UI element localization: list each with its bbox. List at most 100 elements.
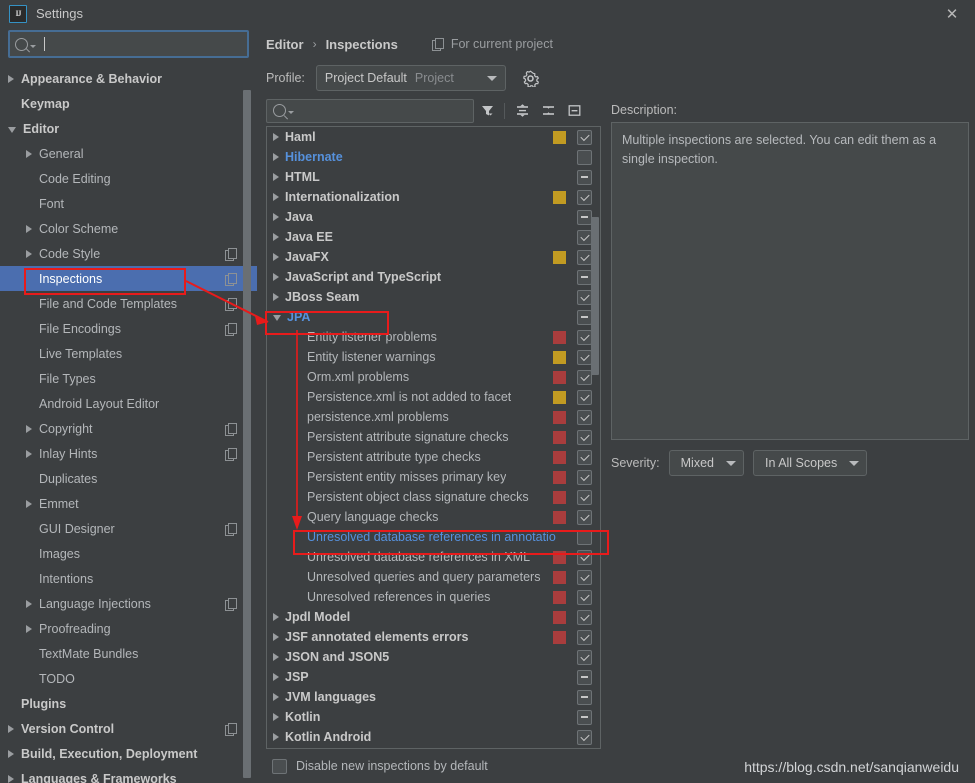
- sidebar-search-input[interactable]: [8, 30, 249, 58]
- sidebar-item-inspections[interactable]: Inspections: [0, 266, 257, 291]
- chevron-right-icon[interactable]: [8, 74, 14, 83]
- sidebar-item-file-types[interactable]: File Types: [0, 366, 257, 391]
- inspection-enabled-checkbox[interactable]: [577, 309, 592, 325]
- gear-icon[interactable]: [522, 70, 539, 88]
- sidebar-item-file-and-code-templates[interactable]: File and Code Templates: [0, 291, 257, 316]
- inspection-row[interactable]: Kotlin: [267, 707, 600, 727]
- chevron-right-icon[interactable]: [273, 293, 279, 301]
- sidebar-item-font[interactable]: Font: [0, 191, 257, 216]
- inspection-search-input[interactable]: [266, 98, 474, 123]
- inspection-row[interactable]: JSP: [267, 667, 600, 687]
- chevron-right-icon[interactable]: [273, 673, 279, 681]
- sidebar-item-emmet[interactable]: Emmet: [0, 491, 257, 516]
- close-icon[interactable]: ✕: [929, 0, 975, 27]
- disable-new-inspections-row[interactable]: Disable new inspections by default: [266, 749, 601, 783]
- inspection-row[interactable]: JVM languages: [267, 687, 600, 707]
- inspection-enabled-checkbox[interactable]: [577, 449, 592, 465]
- chevron-right-icon[interactable]: [273, 633, 279, 641]
- chevron-right-icon[interactable]: [273, 613, 279, 621]
- chevron-down-icon[interactable]: [8, 126, 16, 133]
- inspection-row[interactable]: Hibernate: [267, 147, 600, 167]
- chevron-right-icon[interactable]: [273, 253, 279, 261]
- sidebar-scrollbar[interactable]: [243, 90, 251, 778]
- inspection-enabled-checkbox[interactable]: [577, 729, 592, 745]
- inspection-enabled-checkbox[interactable]: [577, 269, 592, 285]
- inspection-row[interactable]: Haml: [267, 127, 600, 147]
- chevron-right-icon[interactable]: [273, 133, 279, 141]
- inspection-enabled-checkbox[interactable]: [577, 649, 592, 665]
- sidebar-item-keymap[interactable]: Keymap: [0, 91, 257, 116]
- chevron-right-icon[interactable]: [26, 624, 32, 633]
- inspection-enabled-checkbox[interactable]: [577, 249, 592, 265]
- inspection-enabled-checkbox[interactable]: [577, 509, 592, 525]
- chevron-right-icon[interactable]: [26, 424, 32, 433]
- inspection-row[interactable]: Entity listener warnings: [267, 347, 600, 367]
- inspection-enabled-checkbox[interactable]: [577, 149, 592, 165]
- inspection-enabled-checkbox[interactable]: [577, 609, 592, 625]
- chevron-right-icon[interactable]: [273, 733, 279, 741]
- inspection-enabled-checkbox[interactable]: [577, 629, 592, 645]
- expand-all-icon[interactable]: [509, 99, 535, 123]
- inspection-enabled-checkbox[interactable]: [577, 349, 592, 365]
- sidebar-item-code-style[interactable]: Code Style: [0, 241, 257, 266]
- inspection-row[interactable]: persistence.xml problems: [267, 407, 600, 427]
- chevron-right-icon[interactable]: [8, 749, 14, 758]
- inspection-row[interactable]: Unresolved database references in annota…: [267, 527, 600, 547]
- chevron-right-icon[interactable]: [273, 653, 279, 661]
- sidebar-item-version-control[interactable]: Version Control: [0, 716, 257, 741]
- sidebar-item-intentions[interactable]: Intentions: [0, 566, 257, 591]
- inspection-enabled-checkbox[interactable]: [577, 129, 592, 145]
- severity-select[interactable]: Mixed: [668, 450, 744, 476]
- chevron-right-icon[interactable]: [8, 774, 14, 783]
- show-options-icon[interactable]: [561, 99, 587, 123]
- inspection-enabled-checkbox[interactable]: [577, 189, 592, 205]
- inspection-row[interactable]: Persistent entity misses primary key: [267, 467, 600, 487]
- sidebar-item-file-encodings[interactable]: File Encodings: [0, 316, 257, 341]
- sidebar-item-color-scheme[interactable]: Color Scheme: [0, 216, 257, 241]
- sidebar-item-todo[interactable]: TODO: [0, 666, 257, 691]
- chevron-right-icon[interactable]: [273, 693, 279, 701]
- inspection-enabled-checkbox[interactable]: [577, 689, 592, 705]
- inspection-row[interactable]: Entity listener problems: [267, 327, 600, 347]
- chevron-right-icon[interactable]: [26, 599, 32, 608]
- sidebar-item-inlay-hints[interactable]: Inlay Hints: [0, 441, 257, 466]
- inspection-enabled-checkbox[interactable]: [577, 229, 592, 245]
- inspection-row[interactable]: JSON and JSON5: [267, 647, 600, 667]
- chevron-right-icon[interactable]: [273, 193, 279, 201]
- sidebar-item-android-layout-editor[interactable]: Android Layout Editor: [0, 391, 257, 416]
- chevron-right-icon[interactable]: [26, 449, 32, 458]
- inspection-row[interactable]: JBoss Seam: [267, 287, 600, 307]
- inspection-enabled-checkbox[interactable]: [577, 529, 592, 545]
- filter-icon[interactable]: [474, 99, 500, 123]
- chevron-right-icon[interactable]: [26, 499, 32, 508]
- inspection-row[interactable]: Persistent object class signature checks: [267, 487, 600, 507]
- chevron-right-icon[interactable]: [273, 213, 279, 221]
- inspection-row[interactable]: JavaFX: [267, 247, 600, 267]
- breadcrumb-parent[interactable]: Editor: [266, 37, 304, 52]
- sidebar-item-general[interactable]: General: [0, 141, 257, 166]
- sidebar-item-languages-frameworks[interactable]: Languages & Frameworks: [0, 766, 257, 783]
- inspection-enabled-checkbox[interactable]: [577, 589, 592, 605]
- sidebar-item-language-injections[interactable]: Language Injections: [0, 591, 257, 616]
- inspection-enabled-checkbox[interactable]: [577, 469, 592, 485]
- inspection-row[interactable]: JavaScript and TypeScript: [267, 267, 600, 287]
- inspection-row[interactable]: Java EE: [267, 227, 600, 247]
- inspection-enabled-checkbox[interactable]: [577, 369, 592, 385]
- sidebar-item-images[interactable]: Images: [0, 541, 257, 566]
- sidebar-item-gui-designer[interactable]: GUI Designer: [0, 516, 257, 541]
- chevron-right-icon[interactable]: [273, 273, 279, 281]
- chevron-right-icon[interactable]: [273, 713, 279, 721]
- chevron-right-icon[interactable]: [273, 233, 279, 241]
- chevron-right-icon[interactable]: [26, 149, 32, 158]
- inspection-row[interactable]: Jpdl Model: [267, 607, 600, 627]
- chevron-down-icon[interactable]: [273, 315, 281, 321]
- inspection-enabled-checkbox[interactable]: [577, 429, 592, 445]
- inspection-row[interactable]: Kotlin Android: [267, 727, 600, 747]
- sidebar-item-code-editing[interactable]: Code Editing: [0, 166, 257, 191]
- sidebar-item-build-execution-deployment[interactable]: Build, Execution, Deployment: [0, 741, 257, 766]
- inspection-row[interactable]: Persistent attribute signature checks: [267, 427, 600, 447]
- inspection-row[interactable]: HTML: [267, 167, 600, 187]
- inspection-enabled-checkbox[interactable]: [577, 489, 592, 505]
- disable-new-inspections-checkbox[interactable]: [272, 758, 287, 774]
- sidebar-item-appearance-behavior[interactable]: Appearance & Behavior: [0, 66, 257, 91]
